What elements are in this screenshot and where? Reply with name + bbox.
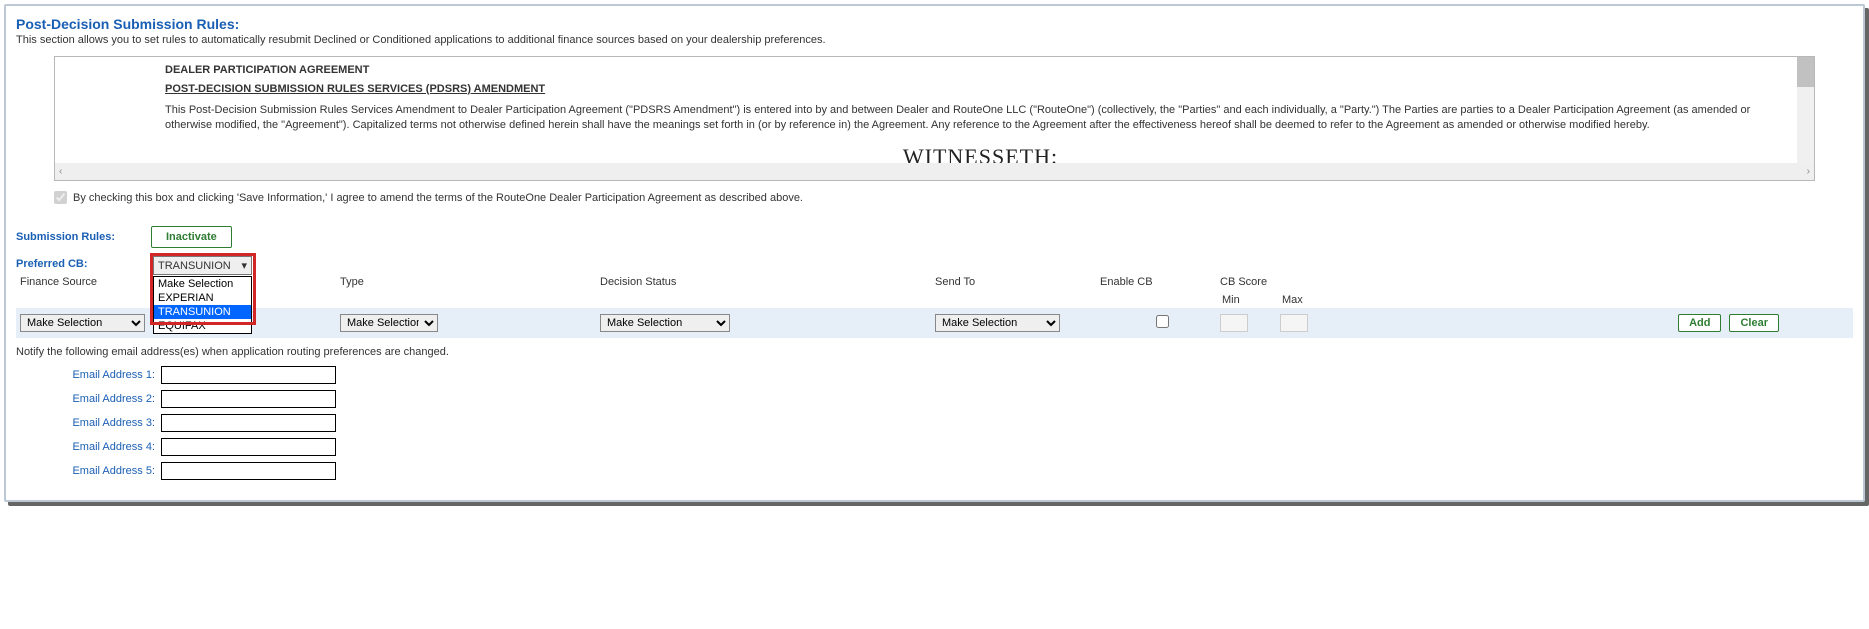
preferred-cb-dropdown-open[interactable]: Make Selection EXPERIAN TRANSUNION EQUIF…	[153, 276, 252, 334]
preferred-cb-selected: TRANSUNION	[158, 260, 231, 272]
cb-score-min-input[interactable]	[1220, 314, 1248, 332]
agreement-body: This Post-Decision Submission Rules Serv…	[165, 103, 1796, 133]
horizontal-scrollbar[interactable]: ‹ ›	[55, 163, 1814, 180]
consent-checkbox[interactable]	[54, 191, 67, 204]
cb-score-max-input[interactable]	[1280, 314, 1308, 332]
preferred-cb-option[interactable]: EQUIFAX	[154, 319, 251, 333]
email-3-label: Email Address 3:	[60, 417, 155, 429]
scroll-left-icon[interactable]: ‹	[59, 166, 62, 177]
submission-rules-label: Submission Rules:	[16, 231, 151, 243]
clear-button[interactable]: Clear	[1729, 314, 1779, 332]
col-decision-status: Decision Status	[600, 276, 935, 288]
decision-status-select[interactable]: Make Selection	[600, 314, 730, 332]
email-2-label: Email Address 2:	[60, 393, 155, 405]
email-1-label: Email Address 1:	[60, 369, 155, 381]
section-title: Post-Decision Submission Rules:	[16, 16, 1853, 32]
rule-row: Make Selection Make Selection Make Selec…	[16, 308, 1853, 338]
enable-cb-checkbox[interactable]	[1156, 315, 1169, 328]
col-type: Type	[340, 276, 600, 288]
type-select[interactable]: Make Selection	[340, 314, 438, 332]
email-3-input[interactable]	[161, 414, 336, 432]
finance-source-select[interactable]: Make Selection	[20, 314, 145, 332]
email-2-input[interactable]	[161, 390, 336, 408]
dpa-title: DEALER PARTICIPATION AGREEMENT	[165, 63, 1796, 78]
email-4-input[interactable]	[161, 438, 336, 456]
col-enable-cb: Enable CB	[1100, 276, 1220, 288]
send-to-select[interactable]: Make Selection	[935, 314, 1060, 332]
consent-text: By checking this box and clicking 'Save …	[73, 192, 803, 204]
inactivate-button[interactable]: Inactivate	[151, 226, 232, 248]
col-send-to: Send To	[935, 276, 1100, 288]
preferred-cb-option[interactable]: TRANSUNION	[154, 305, 251, 319]
email-4-label: Email Address 4:	[60, 441, 155, 453]
col-min: Min	[1220, 294, 1280, 306]
email-1-input[interactable]	[161, 366, 336, 384]
vertical-scrollbar-thumb[interactable]	[1797, 57, 1814, 87]
preferred-cb-label: Preferred CB:	[16, 258, 151, 270]
preferred-cb-option[interactable]: EXPERIAN	[154, 291, 251, 305]
chevron-down-icon: ▾	[241, 259, 247, 272]
pdsrs-amendment-title: POST-DECISION SUBMISSION RULES SERVICES …	[165, 82, 1796, 97]
vertical-scrollbar[interactable]	[1797, 57, 1814, 165]
preferred-cb-select[interactable]: TRANSUNION ▾	[153, 256, 252, 275]
section-description: This section allows you to set rules to …	[16, 34, 1853, 46]
witnesseth-heading: WITNESSETH:	[165, 142, 1796, 165]
notify-text: Notify the following email address(es) w…	[16, 346, 1853, 358]
col-max: Max	[1280, 294, 1380, 306]
email-5-label: Email Address 5:	[60, 465, 155, 477]
agreement-scroll-box: DEALER PARTICIPATION AGREEMENT POST-DECI…	[54, 56, 1815, 181]
preferred-cb-option[interactable]: Make Selection	[154, 277, 251, 291]
col-cb-score: CB Score	[1220, 276, 1380, 288]
email-5-input[interactable]	[161, 462, 336, 480]
main-panel: Post-Decision Submission Rules: This sec…	[4, 4, 1865, 502]
add-button[interactable]: Add	[1678, 314, 1721, 332]
scroll-right-icon[interactable]: ›	[1807, 166, 1810, 177]
